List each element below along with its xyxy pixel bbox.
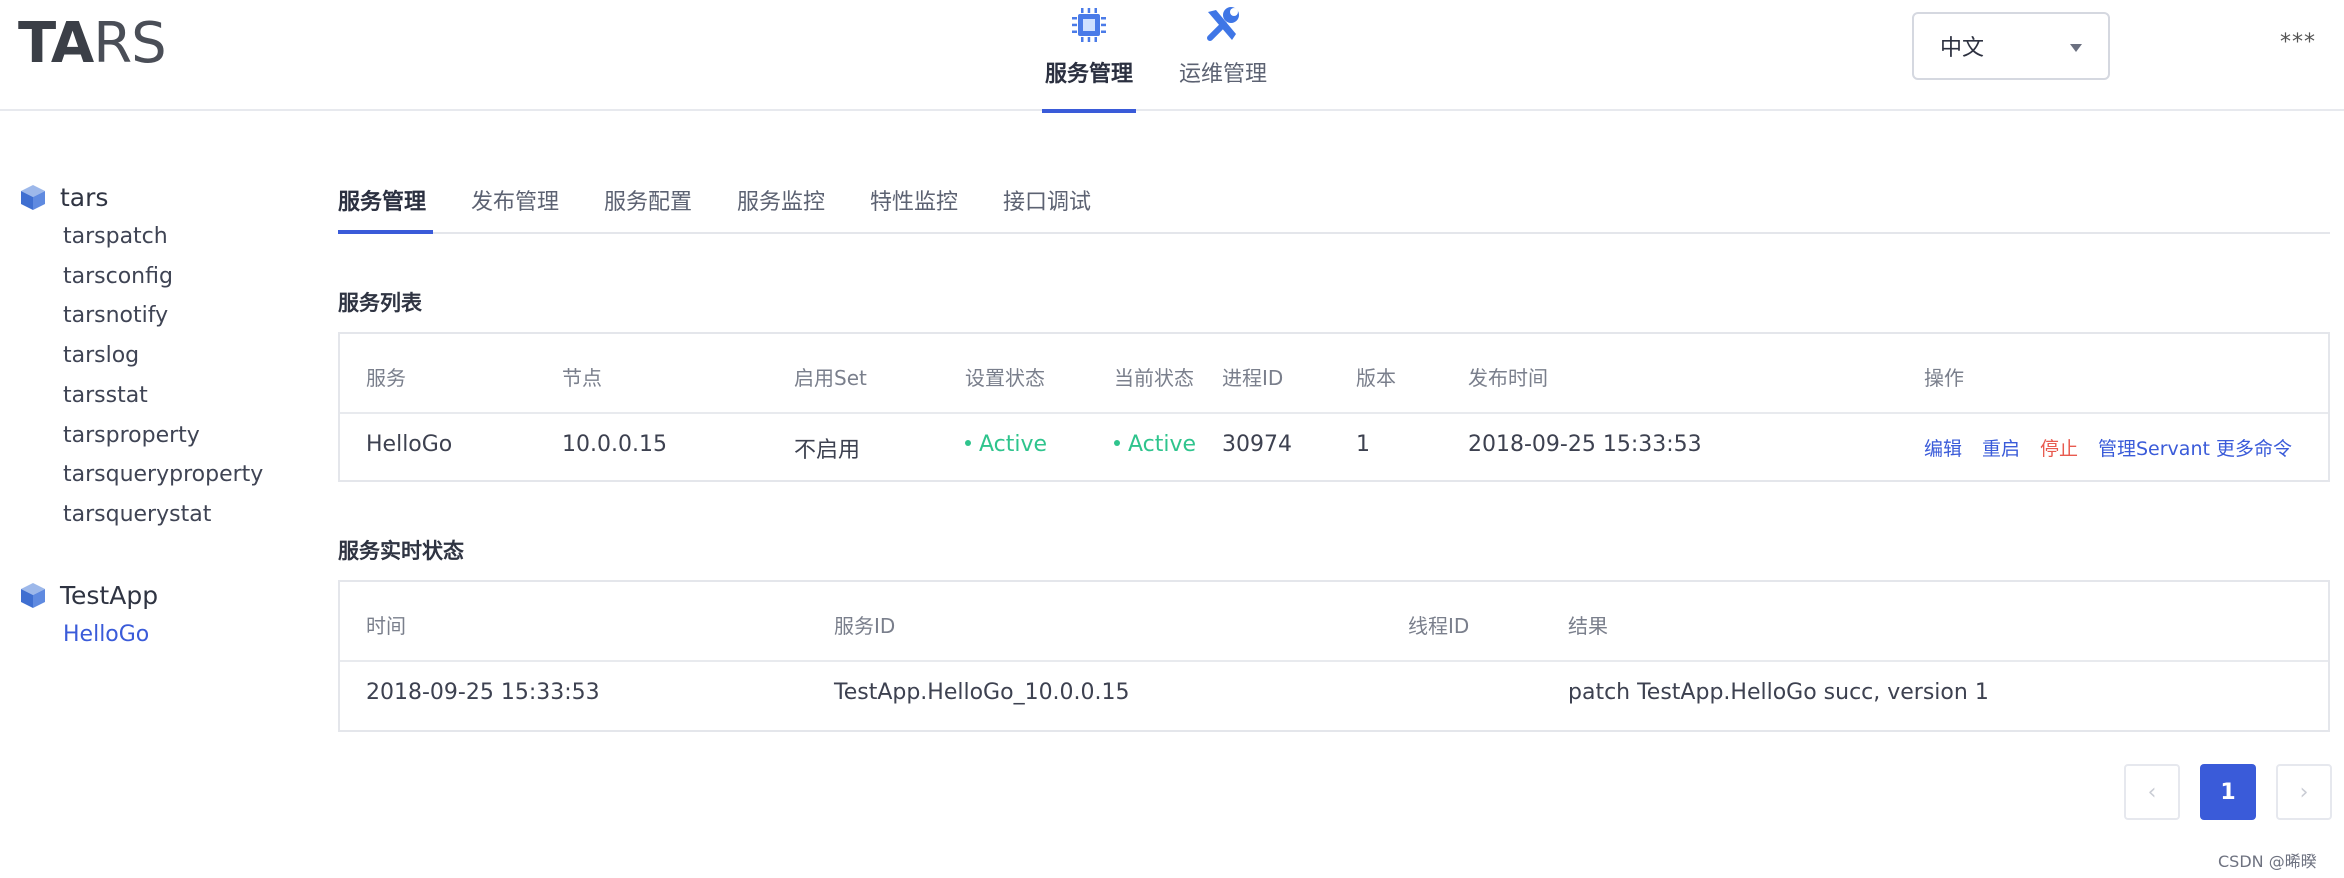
tree-server-hellogo[interactable]: HelloGo (63, 622, 149, 647)
tree-server-tarsquerystat[interactable]: tarsquerystat (63, 502, 211, 527)
topnav-service-label: 服务管理 (1044, 62, 1133, 87)
tab-publish-management[interactable]: 发布管理 (471, 184, 559, 216)
table-header-row: 时间 服务ID 线程ID 结果 (340, 582, 2328, 662)
cell-node: 10.0.0.15 (562, 432, 667, 457)
cell-publish-time: 2018-09-25 15:33:53 (1468, 432, 1702, 457)
cube-icon (21, 583, 45, 608)
cell-result: patch TestApp.HelloGo succ, version 1 (1568, 680, 1989, 705)
col-version: 版本 (1356, 366, 1396, 390)
service-list-table: 服务 节点 启用Set 设置状态 当前状态 进程ID 版本 发布时间 操作 He… (338, 332, 2330, 482)
wrench-screwdriver-icon (1202, 0, 1244, 50)
topnav-active-underline (1042, 109, 1136, 113)
tree-server-tarslog[interactable]: tarslog (63, 343, 139, 368)
language-select[interactable]: 中文 (1912, 12, 2110, 80)
col-operations: 操作 (1924, 366, 1964, 390)
caret-down-icon (2070, 44, 2082, 52)
setting-state-text: Active (979, 432, 1048, 457)
manage-servant-link[interactable]: 管理Servant (2098, 434, 2210, 461)
realtime-status-table: 时间 服务ID 线程ID 结果 2018-09-25 15:33:53 Test… (338, 580, 2330, 732)
tree-server-tarspatch[interactable]: tarspatch (63, 224, 168, 249)
tree-server-tarsnotify[interactable]: tarsnotify (63, 303, 168, 328)
server-tabs: 服务管理 发布管理 服务配置 服务监控 特性监控 接口调试 (338, 172, 2330, 234)
col-thread-id: 线程ID (1408, 614, 1470, 638)
language-selected-value: 中文 (1940, 36, 1985, 61)
tree-app-label: TestApp (60, 580, 159, 610)
pagination-next-button[interactable]: › (2276, 764, 2332, 820)
cube-icon (21, 185, 45, 210)
cell-set: 不启用 (794, 438, 861, 463)
chevron-right-icon: › (2299, 779, 2309, 805)
tree-server-tarsconfig[interactable]: tarsconfig (63, 264, 173, 289)
cell-version: 1 (1356, 432, 1370, 457)
col-service: 服务 (366, 366, 406, 390)
tab-interface-debug[interactable]: 接口调试 (1003, 184, 1091, 216)
col-setting-state: 设置状态 (965, 366, 1045, 390)
col-set: 启用Set (794, 366, 867, 390)
tab-service-management[interactable]: 服务管理 (338, 184, 426, 216)
cpu-chip-icon (1069, 0, 1109, 50)
pagination-page-1[interactable]: 1 (2200, 764, 2256, 820)
topnav-operations-management[interactable]: 运维管理 (1174, 0, 1272, 111)
tars-logo[interactable]: TA RS (18, 11, 167, 76)
tree-app-tars[interactable]: tars (18, 182, 108, 212)
present-state-text: Active (1128, 432, 1197, 457)
table-row: 2018-09-25 15:33:53 TestApp.HelloGo_10.0… (340, 662, 2328, 728)
tab-service-config[interactable]: 服务配置 (604, 184, 692, 216)
edit-link[interactable]: 编辑 (1924, 434, 1962, 461)
more-commands-link[interactable]: 更多命令 (2216, 434, 2292, 461)
realtime-status-title: 服务实时状态 (338, 539, 464, 563)
topnav-service-management[interactable]: 服务管理 (1042, 0, 1136, 113)
cell-service: HelloGo (366, 432, 453, 457)
tab-property-monitor[interactable]: 特性监控 (870, 184, 958, 216)
topnav-ops-label: 运维管理 (1178, 62, 1267, 87)
cell-setting-state: Active (965, 432, 1047, 457)
restart-link[interactable]: 重启 (1982, 434, 2020, 461)
table-row: HelloGo 10.0.0.15 不启用 Active Active 3097… (340, 414, 2328, 480)
tree-server-tarsstat[interactable]: tarsstat (63, 383, 148, 408)
tree-app-testapp[interactable]: TestApp (18, 580, 158, 610)
col-time: 时间 (366, 614, 406, 638)
more-menu-button[interactable]: *** (2280, 30, 2316, 55)
stop-link[interactable]: 停止 (2040, 434, 2078, 461)
tab-active-underline (338, 230, 433, 234)
col-node: 节点 (562, 366, 602, 390)
chevron-left-icon: ‹ (2147, 779, 2157, 805)
watermark-text: CSDN @晞暌 (2218, 852, 2317, 871)
status-dot-icon (1114, 440, 1120, 446)
cell-time: 2018-09-25 15:33:53 (366, 680, 600, 705)
top-header: TA RS 服务管理 运维管理 中文 *** (0, 0, 2344, 113)
logo-text-bold: TA (18, 11, 94, 76)
tree-app-label: tars (60, 182, 109, 212)
col-present-state: 当前状态 (1114, 366, 1194, 390)
col-result: 结果 (1568, 614, 1608, 638)
service-list-title: 服务列表 (338, 291, 422, 315)
col-pid: 进程ID (1222, 366, 1284, 390)
pagination-prev-button[interactable]: ‹ (2124, 764, 2180, 820)
tree-server-tarsproperty[interactable]: tarsproperty (63, 423, 200, 448)
cell-service-id: TestApp.HelloGo_10.0.0.15 (834, 680, 1130, 705)
table-header-row: 服务 节点 启用Set 设置状态 当前状态 进程ID 版本 发布时间 操作 (340, 334, 2328, 414)
cell-present-state: Active (1114, 432, 1196, 457)
status-dot-icon (965, 440, 971, 446)
tab-service-monitor[interactable]: 服务监控 (737, 184, 825, 216)
col-publish-time: 发布时间 (1468, 366, 1548, 390)
col-service-id: 服务ID (834, 614, 896, 638)
logo-text-light: RS (93, 11, 166, 76)
tree-server-tarsqueryproperty[interactable]: tarsqueryproperty (63, 462, 263, 487)
cell-pid: 30974 (1222, 432, 1292, 457)
